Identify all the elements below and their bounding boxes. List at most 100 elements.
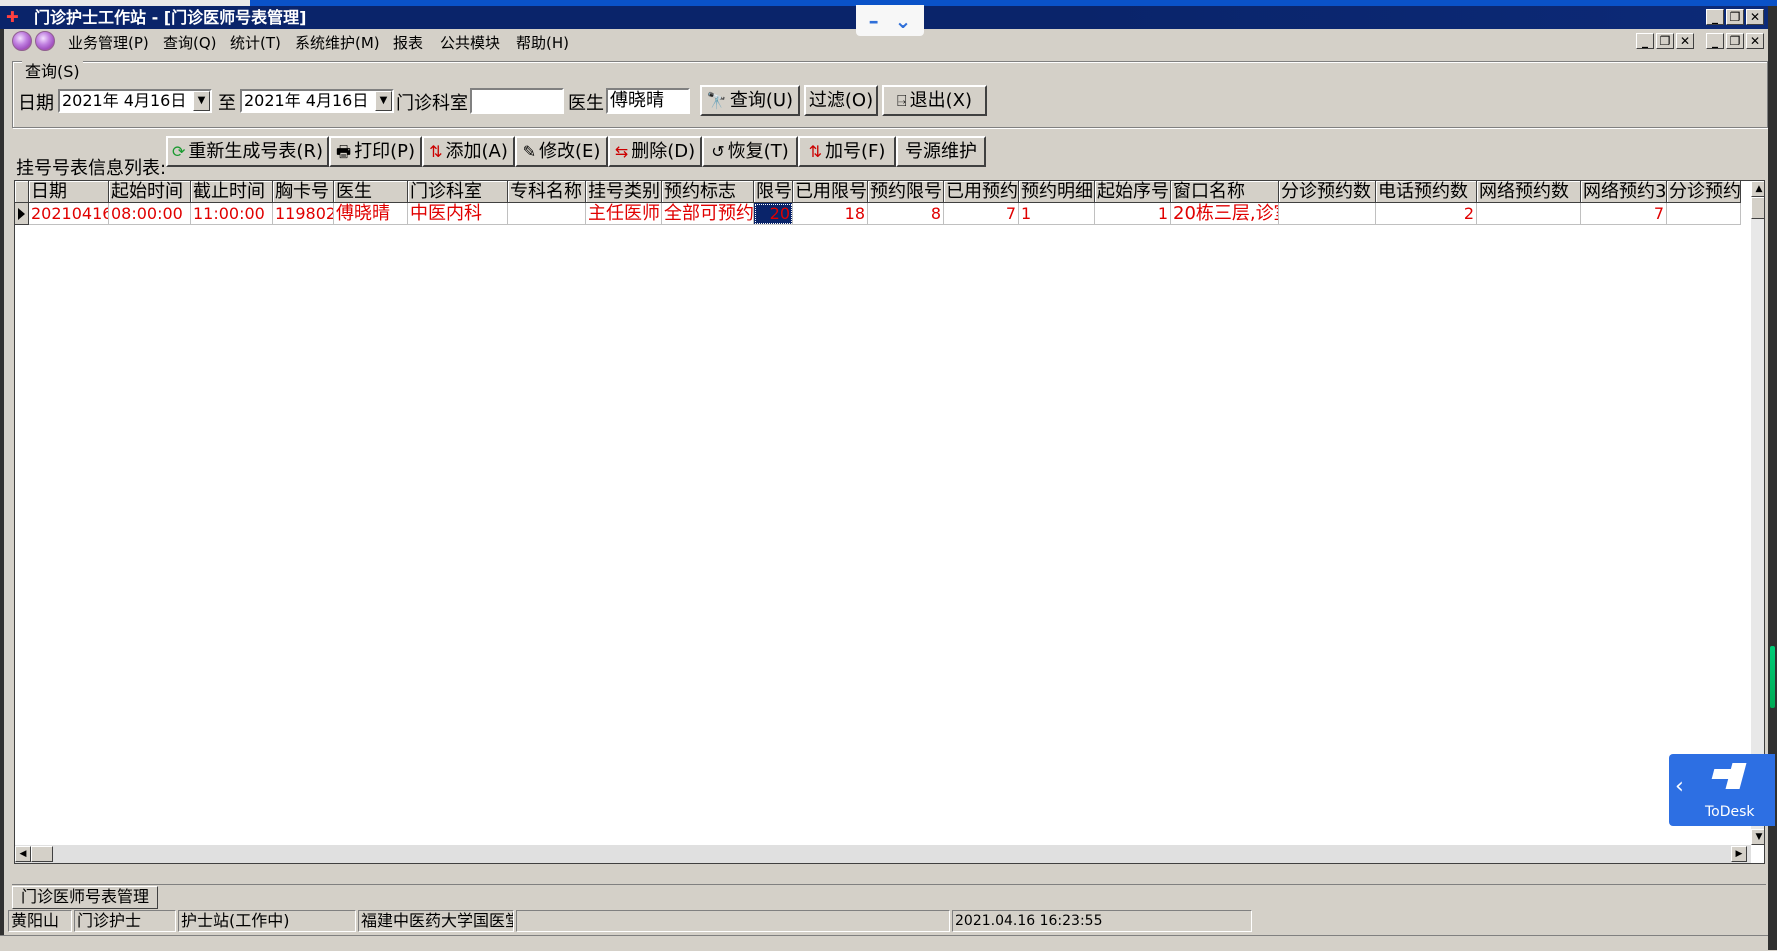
- row-indicator[interactable]: [15, 203, 29, 225]
- table-cell[interactable]: [1279, 203, 1376, 225]
- scroll-down-icon[interactable]: ▼: [1751, 829, 1764, 845]
- menu-query[interactable]: 查询(Q): [163, 32, 217, 53]
- close-icon[interactable]: ✕: [1746, 9, 1764, 25]
- column-header[interactable]: 预约标志: [662, 181, 754, 203]
- table-cell[interactable]: 18: [793, 203, 868, 225]
- search-button[interactable]: 🔭 查询(U): [700, 85, 800, 116]
- todesk-label: ToDesk: [1705, 804, 1755, 820]
- todesk-logo-icon: [1711, 763, 1749, 793]
- restore-icon[interactable]: ❐: [1726, 33, 1744, 49]
- menu-public[interactable]: 公共模块: [440, 32, 500, 53]
- horizontal-scrollbar[interactable]: ◀ ▶: [15, 845, 1751, 863]
- dropdown-arrow-icon[interactable]: ▼: [193, 91, 210, 111]
- table-cell[interactable]: 20210416: [29, 203, 109, 225]
- date-label: 日期: [18, 93, 54, 114]
- gem-icon[interactable]: [12, 31, 32, 51]
- table-cell[interactable]: 20栋三层,诊室: [1171, 203, 1279, 225]
- status-hospital: 福建中医药大学国医堂: [358, 910, 514, 932]
- date-to-picker[interactable]: 2021年 4月16日 ▼: [240, 89, 394, 113]
- column-header[interactable]: 专科名称: [508, 181, 586, 203]
- filter-button[interactable]: 过滤(O): [804, 85, 878, 116]
- table-cell[interactable]: 11:00:00: [191, 203, 273, 225]
- column-header[interactable]: 分诊预约: [1667, 181, 1741, 203]
- column-header[interactable]: 起始序号: [1095, 181, 1171, 203]
- todesk-widget[interactable]: ‹ ToDesk: [1669, 754, 1775, 826]
- chevron-left-icon[interactable]: ‹: [1675, 774, 1684, 799]
- column-header[interactable]: 门诊科室: [408, 181, 508, 203]
- table-cell[interactable]: [1667, 203, 1741, 225]
- minimize-icon[interactable]: _: [1636, 33, 1654, 49]
- delete-button[interactable]: ⇆ 删除(D): [608, 136, 702, 167]
- table-cell[interactable]: 主任医师: [586, 203, 662, 225]
- table-cell[interactable]: 中医内科: [408, 203, 508, 225]
- menu-reports[interactable]: 报表: [393, 32, 423, 53]
- column-header[interactable]: 分诊预约数: [1279, 181, 1376, 203]
- minimize-icon[interactable]: _: [1706, 9, 1724, 25]
- table-cell[interactable]: 1198020: [273, 203, 334, 225]
- print-button[interactable]: 🖶 打印(P): [329, 136, 422, 167]
- vertical-scrollbar[interactable]: ▲ ▼: [1751, 181, 1764, 845]
- addnum-button[interactable]: ⇅ 加号(F): [798, 136, 896, 167]
- table-row[interactable]: 2021041608:00:0011:00:001198020傅晓晴中医内科 主任…: [15, 203, 1741, 225]
- menu-system[interactable]: 系统维护(M): [295, 32, 380, 53]
- menu-business[interactable]: 业务管理(P): [68, 32, 149, 53]
- column-header[interactable]: 截止时间: [191, 181, 273, 203]
- scroll-up-icon[interactable]: ▲: [1751, 181, 1764, 197]
- exit-button[interactable]: ⍈ 退出(X): [882, 85, 987, 116]
- close-icon[interactable]: ✕: [1676, 33, 1694, 49]
- scroll-left-icon[interactable]: ◀: [15, 846, 31, 862]
- edit-button[interactable]: ✎ 修改(E): [515, 136, 608, 167]
- column-header[interactable]: 网络预约3: [1581, 181, 1667, 203]
- tab-doctor-schedule[interactable]: 门诊医师号表管理: [12, 886, 159, 909]
- chevron-down-icon[interactable]: ⌄: [895, 9, 912, 33]
- table-cell[interactable]: 1: [1095, 203, 1171, 225]
- column-header[interactable]: 预约明细: [1019, 181, 1095, 203]
- table-cell[interactable]: 7: [1581, 203, 1667, 225]
- column-header[interactable]: 网络预约数: [1477, 181, 1581, 203]
- regenerate-button[interactable]: ⟳ 重新生成号表(R): [166, 136, 329, 167]
- table-cell[interactable]: 08:00:00: [109, 203, 191, 225]
- column-header[interactable]: 已用预约: [944, 181, 1019, 203]
- scroll-thumb-horizontal[interactable]: [31, 846, 53, 862]
- minimize-icon[interactable]: _: [1706, 33, 1724, 49]
- column-header[interactable]: 预约限号: [868, 181, 944, 203]
- minimize-remote-icon[interactable]: –: [869, 9, 879, 33]
- table-cell[interactable]: [1477, 203, 1581, 225]
- remote-control-pill[interactable]: – ⌄: [856, 5, 924, 36]
- source-maintain-button[interactable]: 号源维护: [896, 136, 986, 167]
- doctor-input[interactable]: 傅晓晴: [606, 88, 690, 114]
- column-header[interactable]: 日期: [29, 181, 109, 203]
- menu-help[interactable]: 帮助(H): [516, 32, 569, 53]
- table-cell[interactable]: 7: [944, 203, 1019, 225]
- close-icon[interactable]: ✕: [1746, 33, 1764, 49]
- table-cell[interactable]: 2: [1376, 203, 1477, 225]
- table-cell[interactable]: 全部可预约: [662, 203, 754, 225]
- column-header[interactable]: 窗口名称: [1171, 181, 1279, 203]
- scroll-thumb-vertical[interactable]: [1751, 197, 1764, 219]
- scroll-right-icon[interactable]: ▶: [1731, 846, 1747, 862]
- date-from-picker[interactable]: 2021年 4月16日 ▼: [58, 89, 212, 113]
- column-header[interactable]: 起始时间: [109, 181, 191, 203]
- column-header[interactable]: 电话预约数: [1376, 181, 1477, 203]
- status-role: 门诊护士: [74, 910, 176, 932]
- dropdown-arrow-icon[interactable]: ▼: [375, 91, 392, 111]
- gem-icon[interactable]: [35, 31, 55, 51]
- restore-button[interactable]: ↺ 恢复(T): [702, 136, 798, 167]
- dept-input[interactable]: [470, 88, 564, 114]
- column-header[interactable]: 挂号类别: [586, 181, 662, 203]
- column-header[interactable]: 限号: [754, 181, 793, 203]
- column-header[interactable]: 医生: [334, 181, 408, 203]
- restore-icon[interactable]: ❐: [1726, 9, 1744, 25]
- table-cell[interactable]: 1: [1019, 203, 1095, 225]
- column-header[interactable]: 已用限号: [793, 181, 868, 203]
- table-cell[interactable]: 20: [754, 203, 793, 225]
- menu-statistics[interactable]: 统计(T): [230, 32, 281, 53]
- grid-corner: [15, 181, 29, 203]
- column-header[interactable]: 胸卡号: [273, 181, 334, 203]
- add-button[interactable]: ⇅ 添加(A): [422, 136, 515, 167]
- table-cell[interactable]: 8: [868, 203, 944, 225]
- table-cell[interactable]: [508, 203, 586, 225]
- table-cell[interactable]: 傅晓晴: [334, 203, 408, 225]
- current-row-icon: [18, 208, 25, 220]
- restore-icon[interactable]: ❐: [1656, 33, 1674, 49]
